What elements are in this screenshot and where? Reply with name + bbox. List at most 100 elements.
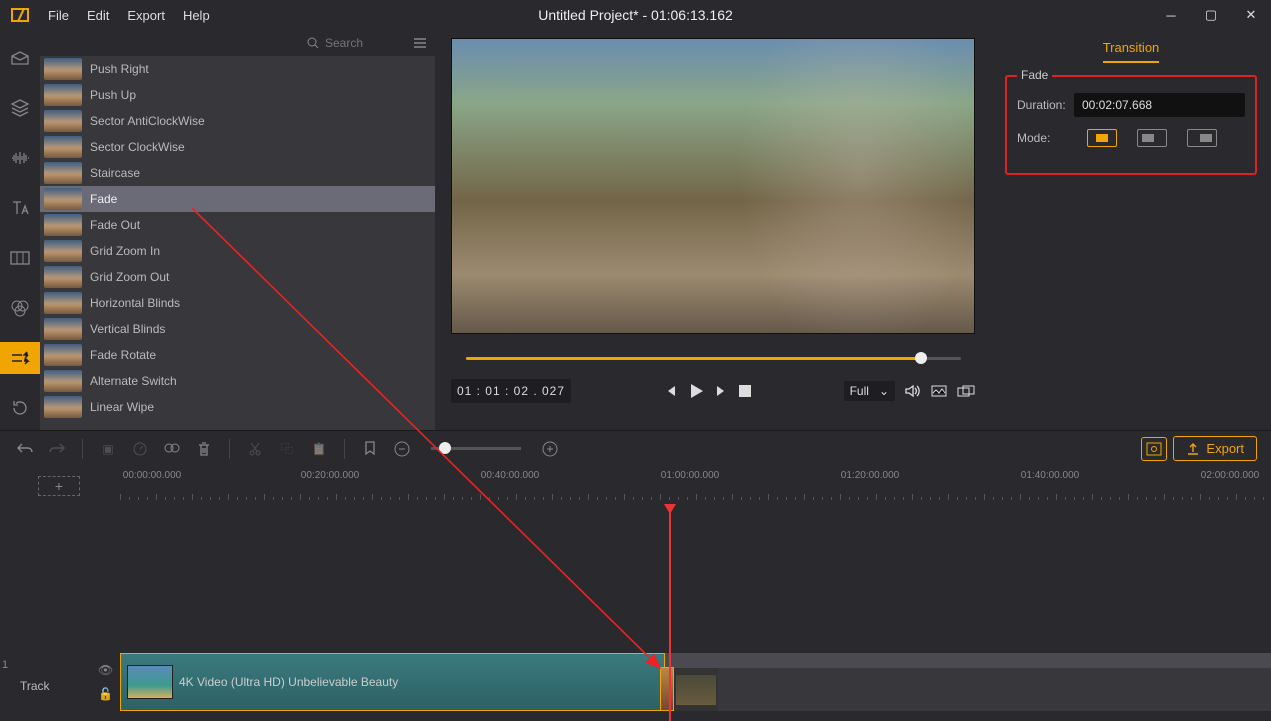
preview-size-select[interactable]: Full⌄ — [844, 381, 895, 401]
mode-overlap-button[interactable] — [1087, 129, 1117, 147]
marker-button[interactable] — [359, 438, 381, 460]
ruler-label: 01:40:00.000 — [1021, 470, 1079, 481]
transition-item[interactable]: Vertical Blinds — [40, 316, 435, 342]
track-lock-icon[interactable]: 🔓 — [98, 687, 113, 701]
minimize-button[interactable]: ─ — [1151, 0, 1191, 30]
crop-tool-button[interactable]: ▣ — [97, 438, 119, 460]
add-track-button[interactable]: + — [38, 476, 80, 496]
timeline-ruler[interactable]: 00:00:00.000 00:20:00.000 00:40:00.000 0… — [120, 466, 1271, 500]
fade-group: Fade Duration: Mode: — [1005, 75, 1257, 175]
zoom-slider[interactable] — [431, 447, 521, 450]
rotate-icon[interactable] — [0, 392, 40, 424]
transition-item[interactable]: Staircase — [40, 160, 435, 186]
window-title: Untitled Project* - 01:06:13.162 — [538, 7, 733, 23]
timeline[interactable]: + 1 Track 👁 🔓 00:00:00.000 00:20:00.000 … — [0, 466, 1271, 721]
menu-help[interactable]: Help — [183, 8, 210, 23]
project-settings-button[interactable] — [1141, 437, 1167, 461]
transitions-list[interactable]: Push Right Push Up Sector AntiClockWise … — [40, 56, 435, 430]
mode-suffix-button[interactable] — [1187, 129, 1217, 147]
title-bar: File Edit Export Help Untitled Project* … — [0, 0, 1271, 30]
menu-file[interactable]: File — [48, 8, 69, 23]
transition-item[interactable]: Push Right — [40, 56, 435, 82]
transition-item[interactable]: Sector AntiClockWise — [40, 108, 435, 134]
mode-label: Mode: — [1017, 131, 1087, 145]
transitions-panel: Push Right Push Up Sector AntiClockWise … — [40, 30, 435, 430]
zoom-out-button[interactable] — [391, 438, 413, 460]
transition-item[interactable]: Sector ClockWise — [40, 134, 435, 160]
crop-icon[interactable] — [0, 242, 40, 274]
transition-item[interactable]: Linear Wipe — [40, 394, 435, 420]
ruler-label: 02:00:00.000 — [1201, 470, 1259, 481]
preview-canvas[interactable] — [451, 38, 975, 334]
list-view-icon[interactable] — [413, 37, 427, 49]
play-button[interactable] — [687, 382, 705, 400]
snapshot-icon[interactable] — [931, 385, 947, 397]
export-icon — [1186, 442, 1200, 456]
search-icon — [307, 37, 319, 49]
transition-item-fade[interactable]: Fade — [40, 186, 435, 212]
track-visibility-icon[interactable]: 👁 — [98, 663, 113, 677]
transition-item[interactable]: Push Up — [40, 82, 435, 108]
transition-item[interactable]: Grid Zoom In — [40, 238, 435, 264]
duration-input[interactable] — [1074, 93, 1245, 117]
transition-item[interactable]: Alternate Switch — [40, 368, 435, 394]
volume-icon[interactable] — [905, 384, 921, 398]
detach-icon[interactable] — [957, 385, 975, 397]
playhead[interactable] — [669, 506, 671, 721]
close-button[interactable]: ✕ — [1231, 0, 1271, 30]
transition-item[interactable]: Fade Rotate — [40, 342, 435, 368]
window-controls: ─ ▢ ✕ — [1151, 0, 1271, 30]
clip-2[interactable] — [674, 668, 718, 711]
redo-button[interactable] — [46, 438, 68, 460]
layers-icon[interactable] — [0, 92, 40, 124]
transition-item[interactable]: Grid Zoom Out — [40, 264, 435, 290]
export-button[interactable]: Export — [1173, 436, 1257, 461]
step-back-button[interactable] — [663, 384, 677, 398]
tool-rail — [0, 30, 40, 430]
ruler-label: 00:20:00.000 — [301, 470, 359, 481]
ruler-label: 01:20:00.000 — [841, 470, 899, 481]
copy-button[interactable]: ⿻ — [276, 438, 298, 460]
timecode-display[interactable]: 01 : 01 : 02 . 027 — [451, 379, 571, 403]
undo-button[interactable] — [14, 438, 36, 460]
cut-button[interactable] — [244, 438, 266, 460]
text-icon[interactable] — [0, 192, 40, 224]
audio-icon[interactable] — [0, 142, 40, 174]
search-box[interactable] — [307, 36, 405, 50]
transition-marker[interactable] — [660, 667, 674, 711]
app-logo — [0, 8, 40, 22]
menu-bar: File Edit Export Help — [48, 8, 210, 23]
menu-export[interactable]: Export — [127, 8, 165, 23]
timeline-toolbar: ▣ ⿻ 📋 Export — [0, 430, 1271, 466]
zoom-in-button[interactable] — [539, 438, 561, 460]
filter-button[interactable] — [161, 438, 183, 460]
group-legend: Fade — [1017, 68, 1052, 82]
duration-label: Duration: — [1017, 98, 1074, 112]
track-number: 1 — [2, 659, 8, 671]
transition-icon[interactable] — [0, 342, 40, 374]
menu-edit[interactable]: Edit — [87, 8, 109, 23]
step-forward-button[interactable] — [715, 384, 729, 398]
speed-tool-button[interactable] — [129, 438, 151, 460]
stop-button[interactable] — [739, 385, 751, 397]
paste-button[interactable]: 📋 — [308, 438, 330, 460]
delete-button[interactable] — [193, 438, 215, 460]
properties-tab[interactable]: Transition — [1005, 40, 1257, 63]
ruler-label: 00:40:00.000 — [481, 470, 539, 481]
transition-item[interactable]: Horizontal Blinds — [40, 290, 435, 316]
mode-prefix-button[interactable] — [1137, 129, 1167, 147]
clip-thumbnail — [127, 665, 173, 699]
color-icon[interactable] — [0, 292, 40, 324]
transition-item[interactable]: Fade Out — [40, 212, 435, 238]
track-row[interactable]: 4K Video (Ultra HD) Unbelievable Beauty — [120, 653, 1271, 711]
maximize-button[interactable]: ▢ — [1191, 0, 1231, 30]
search-input[interactable] — [325, 36, 405, 50]
clip-title: 4K Video (Ultra HD) Unbelievable Beauty — [179, 675, 398, 689]
chevron-down-icon: ⌄ — [879, 384, 889, 398]
preview-scrubber[interactable] — [466, 348, 961, 368]
ruler-label: 00:00:00.000 — [123, 470, 181, 481]
media-icon[interactable] — [0, 42, 40, 74]
ruler-label: 01:00:00.000 — [661, 470, 719, 481]
clip-1[interactable]: 4K Video (Ultra HD) Unbelievable Beauty — [120, 653, 665, 711]
properties-panel: Transition Fade Duration: Mode: — [991, 30, 1271, 430]
